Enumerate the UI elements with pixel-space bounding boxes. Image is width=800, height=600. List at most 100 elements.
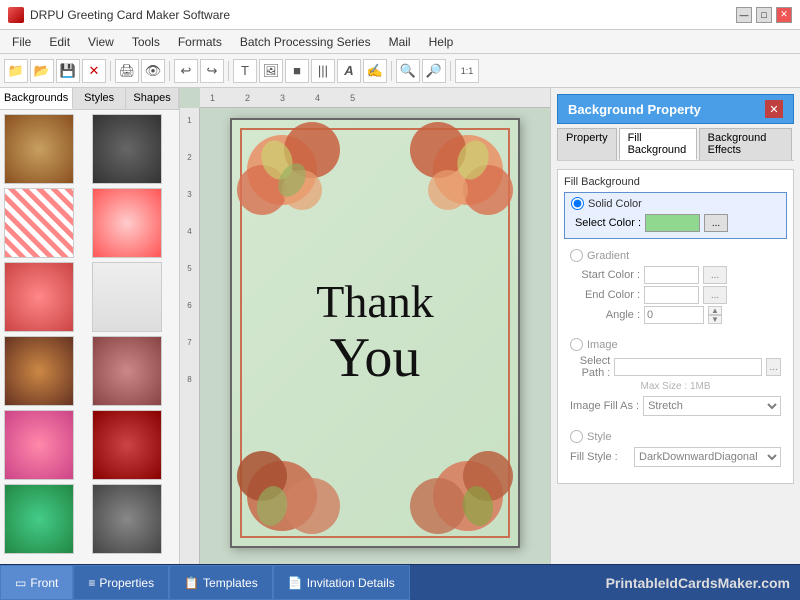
tab-invitation[interactable]: 📄 Invitation Details (273, 565, 410, 600)
angle-down-button[interactable]: ▼ (708, 315, 722, 324)
style-radio[interactable] (570, 430, 583, 443)
angle-up-button[interactable]: ▲ (708, 306, 722, 315)
image-label: Image (587, 339, 618, 351)
tool-redo[interactable]: ↪ (200, 59, 224, 83)
tool-print[interactable]: 🖨 (115, 59, 139, 83)
separator-5 (450, 61, 451, 81)
left-panel: Backgrounds Styles Shapes (0, 88, 180, 564)
close-button[interactable]: ✕ (776, 7, 792, 23)
fill-style-label: Fill Style : (570, 451, 630, 463)
list-item[interactable] (92, 262, 162, 332)
tab-styles[interactable]: Styles (73, 88, 126, 109)
list-item[interactable] (92, 188, 162, 258)
menu-view[interactable]: View (80, 33, 122, 51)
solid-color-radio[interactable] (571, 197, 584, 210)
properties-label: Properties (99, 576, 154, 590)
you-text: You (316, 328, 434, 390)
angle-spinner: ▲ ▼ (708, 306, 722, 324)
style-label: Style (587, 431, 611, 443)
solid-color-picker-button[interactable]: ... (704, 214, 728, 232)
tool-zoom-out[interactable]: 🔍 (396, 59, 420, 83)
menu-bar: File Edit View Tools Formats Batch Proce… (0, 30, 800, 54)
tab-templates[interactable]: 📋 Templates (169, 565, 273, 600)
list-item[interactable] (4, 336, 74, 406)
fill-as-select[interactable]: Stretch Tile Center Fit (643, 396, 781, 416)
start-color-swatch[interactable] (644, 266, 699, 284)
tool-new[interactable]: 📁 (4, 59, 28, 83)
list-item[interactable] (4, 262, 74, 332)
list-item[interactable] (92, 336, 162, 406)
list-item[interactable] (92, 114, 162, 184)
templates-label: Templates (203, 576, 258, 590)
list-item[interactable] (4, 188, 74, 258)
properties-icon: ≡ (88, 576, 95, 590)
minimize-button[interactable]: — (736, 7, 752, 23)
panel-close-button[interactable]: ✕ (765, 100, 783, 118)
main-area: Backgrounds Styles Shapes (0, 88, 800, 564)
tool-zoom-100[interactable]: 1:1 (455, 59, 479, 83)
separator-2 (169, 61, 170, 81)
menu-mail[interactable]: Mail (381, 33, 419, 51)
tool-wordart[interactable]: A (337, 59, 361, 83)
tab-fill-background[interactable]: Fill Background (619, 128, 697, 160)
list-item[interactable] (92, 410, 162, 480)
path-input[interactable] (614, 358, 762, 376)
tool-signature[interactable]: ✍ (363, 59, 387, 83)
angle-input[interactable] (644, 306, 704, 324)
max-size-label: Max Size : 1MB (570, 381, 781, 392)
tool-save[interactable]: 💾 (56, 59, 80, 83)
menu-formats[interactable]: Formats (170, 33, 230, 51)
end-color-picker-button[interactable]: ... (703, 286, 727, 304)
tab-properties[interactable]: ≡ Properties (73, 565, 169, 600)
thank-text: Thank (316, 277, 434, 328)
tool-preview[interactable]: 👁 (141, 59, 165, 83)
tool-open[interactable]: 📂 (30, 59, 54, 83)
end-color-swatch[interactable] (644, 286, 699, 304)
fill-bg-label: Fill Background (564, 176, 787, 188)
menu-batch[interactable]: Batch Processing Series (232, 33, 379, 51)
tool-zoom-in[interactable]: 🔎 (422, 59, 446, 83)
panel-tabs: Backgrounds Styles Shapes (0, 88, 179, 110)
start-color-picker-button[interactable]: ... (703, 266, 727, 284)
tab-background-effects[interactable]: Background Effects (699, 128, 792, 160)
tool-undo[interactable]: ↩ (174, 59, 198, 83)
fill-style-select[interactable]: DarkDownwardDiagonal Horizontal Vertical… (634, 447, 781, 467)
image-radio[interactable] (570, 338, 583, 351)
tab-backgrounds[interactable]: Backgrounds (0, 88, 73, 109)
separator-4 (391, 61, 392, 81)
menu-file[interactable]: File (4, 33, 39, 51)
front-icon: ▭ (15, 576, 26, 590)
list-item[interactable] (4, 114, 74, 184)
style-section: Style Fill Style : DarkDownwardDiagonal … (564, 426, 787, 471)
tab-front[interactable]: ▭ Front (0, 565, 73, 600)
select-path-label: Select Path : (570, 355, 610, 379)
fill-background-section: Fill Background Solid Color Select Color… (557, 169, 794, 484)
card-canvas[interactable]: Thank You (230, 118, 520, 548)
end-color-label: End Color : (570, 289, 640, 301)
tool-image[interactable]: 🖼 (259, 59, 283, 83)
tool-delete[interactable]: ✕ (82, 59, 106, 83)
image-section: Image Select Path : ... Max Size : 1MB I… (564, 334, 787, 420)
floral-bl (232, 406, 372, 546)
list-item[interactable] (4, 410, 74, 480)
tab-property[interactable]: Property (557, 128, 617, 160)
tool-barcode[interactable]: ||| (311, 59, 335, 83)
maximize-button[interactable]: □ (756, 7, 772, 23)
window-controls[interactable]: — □ ✕ (736, 7, 792, 23)
gradient-radio[interactable] (570, 249, 583, 262)
canvas-area: 12345 12345678 (180, 88, 550, 564)
tab-shapes[interactable]: Shapes (126, 88, 179, 109)
path-picker-button[interactable]: ... (766, 358, 781, 376)
panel-header: Background Property ✕ (557, 94, 794, 124)
fill-as-label: Image Fill As : (570, 400, 639, 412)
watermark: PrintableIdCardsMaker.com (606, 575, 800, 591)
tool-shape[interactable]: ■ (285, 59, 309, 83)
invitation-icon: 📄 (288, 576, 303, 590)
solid-color-swatch[interactable] (645, 214, 700, 232)
menu-help[interactable]: Help (421, 33, 462, 51)
list-item[interactable] (92, 484, 162, 554)
list-item[interactable] (4, 484, 74, 554)
tool-text[interactable]: T (233, 59, 257, 83)
menu-tools[interactable]: Tools (124, 33, 168, 51)
menu-edit[interactable]: Edit (41, 33, 78, 51)
